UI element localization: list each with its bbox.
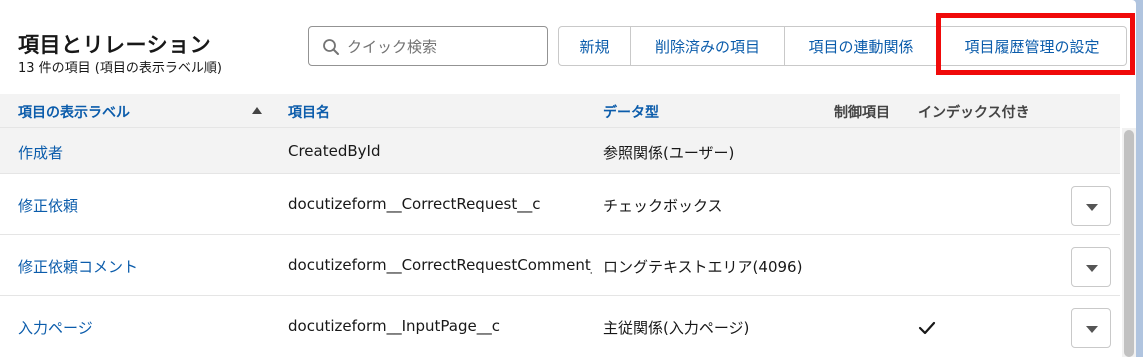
field-data-type: ロングテキストエリア(4096) bbox=[603, 258, 803, 276]
chevron-down-icon bbox=[1086, 265, 1098, 272]
sort-ascending-icon[interactable] bbox=[252, 107, 262, 114]
scrollbar-thumb[interactable] bbox=[1124, 130, 1134, 357]
checkmark-icon bbox=[918, 321, 936, 335]
new-button[interactable]: 新規 bbox=[558, 26, 631, 66]
field-label-link[interactable]: 修正依頼 bbox=[18, 195, 78, 216]
record-count-subtitle: 13 件の項目 (項目の表示ラベル順) bbox=[18, 61, 222, 76]
table-header: 項目の表示ラベル 項目名 データ型 制御項目 インデックス付き bbox=[0, 94, 1120, 128]
quick-search-input[interactable] bbox=[347, 36, 542, 58]
quick-search-box[interactable] bbox=[308, 26, 548, 66]
page-title: 項目とリレーション bbox=[18, 33, 212, 57]
field-label-link[interactable]: 修正依頼コメント bbox=[18, 256, 138, 277]
column-header-controlling: 制御項目 bbox=[834, 105, 890, 121]
chevron-down-icon bbox=[1086, 326, 1098, 333]
field-data-type: 主従関係(入力ページ) bbox=[603, 319, 750, 337]
table-row: 修正依頼コメント docutizeform__CorrectRequestCom… bbox=[0, 235, 1120, 296]
column-header-label[interactable]: 項目の表示ラベル bbox=[18, 102, 130, 122]
card-header: 項目とリレーション 13 件の項目 (項目の表示ラベル順) 新規 削除済みの項目… bbox=[0, 0, 1136, 96]
field-label-link[interactable]: 作成者 bbox=[18, 142, 63, 163]
table-row: 入力ページ docutizeform__InputPage__c 主従関係(入力… bbox=[0, 296, 1120, 357]
field-api-name: docutizeform__CorrectRequestComment__c bbox=[288, 256, 592, 274]
field-api-name: docutizeform__InputPage__c bbox=[288, 317, 500, 335]
search-icon bbox=[323, 39, 339, 55]
field-label-link[interactable]: 入力ページ bbox=[18, 317, 93, 338]
field-data-type: チェックボックス bbox=[603, 197, 723, 215]
field-api-name: docutizeform__CorrectRequest__c bbox=[288, 195, 541, 213]
chevron-down-icon bbox=[1086, 204, 1098, 211]
field-api-name: CreatedById bbox=[288, 142, 381, 160]
row-actions-dropdown[interactable] bbox=[1071, 186, 1111, 226]
field-dependencies-button[interactable]: 項目の連動関係 bbox=[785, 26, 938, 66]
row-actions-dropdown[interactable] bbox=[1071, 308, 1111, 348]
vertical-scrollbar[interactable] bbox=[1122, 128, 1136, 357]
table-row: 修正依頼 docutizeform__CorrectRequest__c チェッ… bbox=[0, 174, 1120, 235]
field-data-type: 参照関係(ユーザー) bbox=[603, 144, 735, 162]
deleted-fields-button[interactable]: 削除済みの項目 bbox=[631, 26, 785, 66]
column-header-data-type[interactable]: データ型 bbox=[603, 102, 659, 122]
column-header-indexed: インデックス付き bbox=[918, 105, 1030, 121]
table-row: 作成者 CreatedById 参照関係(ユーザー) bbox=[0, 128, 1120, 174]
column-header-api-name[interactable]: 項目名 bbox=[288, 102, 330, 122]
highlight-box bbox=[936, 13, 1135, 75]
fields-relationships-card: 項目とリレーション 13 件の項目 (項目の表示ラベル順) 新規 削除済みの項目… bbox=[0, 0, 1136, 357]
row-actions-dropdown[interactable] bbox=[1071, 247, 1111, 287]
